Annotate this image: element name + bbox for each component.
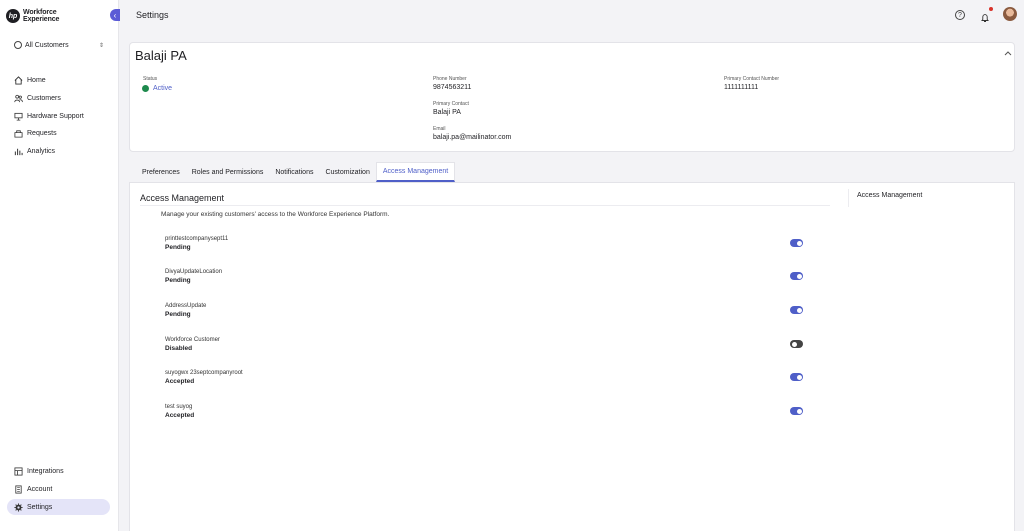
chevron-updown-icon: ⇕ bbox=[98, 42, 104, 49]
sidebar-item-label: Integrations bbox=[27, 467, 64, 475]
customer-access-name: suyogwx 23septcompanyroot bbox=[165, 370, 243, 376]
brand-logo[interactable]: hp Workforce Experience bbox=[6, 9, 59, 23]
divider bbox=[848, 189, 849, 207]
brand-name: Workforce Experience bbox=[23, 9, 59, 23]
sidebar-item-label: Account bbox=[27, 485, 53, 493]
top-bar: Settings bbox=[119, 0, 1024, 30]
sidebar-item-label: Customers bbox=[27, 94, 61, 102]
customer-access-status: Pending bbox=[165, 244, 191, 251]
sidebar-item-account[interactable]: Account bbox=[14, 483, 52, 495]
email-value: balaji.pa@mailinator.com bbox=[433, 134, 512, 141]
sidebar-item-hardware-support[interactable]: Hardware Support bbox=[14, 110, 84, 122]
sidebar-item-label: Requests bbox=[27, 129, 57, 137]
status-value: Active bbox=[153, 85, 173, 92]
customer-access-name: test suyog bbox=[165, 404, 193, 410]
globe-icon bbox=[14, 41, 22, 49]
primary-contact-number-label: Primary Contact Number bbox=[724, 76, 780, 82]
customer-access-row: Workforce Customer Disabled bbox=[165, 337, 805, 357]
hp-logo-icon: hp bbox=[6, 9, 20, 23]
status-dot-icon bbox=[142, 85, 149, 92]
sidebar-item-requests[interactable]: Requests bbox=[14, 127, 57, 139]
primary-contact-number-value: 1111111111 bbox=[724, 84, 759, 91]
bell-icon[interactable] bbox=[980, 10, 990, 22]
tab-preferences[interactable]: Preferences bbox=[129, 162, 186, 182]
phone-label: Phone Number bbox=[433, 76, 467, 82]
tab-notifications[interactable]: Notifications bbox=[269, 162, 319, 182]
access-toggle[interactable] bbox=[790, 373, 803, 381]
customer-access-name: printtestcompanysept11 bbox=[165, 236, 229, 242]
primary-contact-value: Balaji PA bbox=[433, 109, 461, 116]
home-icon bbox=[14, 75, 23, 85]
customer-access-row: suyogwx 23septcompanyroot Accepted bbox=[165, 370, 805, 390]
customer-access-name: DivyaUpdateLocation bbox=[165, 269, 223, 275]
sidebar: hp Workforce Experience All Customers ⇕ … bbox=[0, 0, 119, 531]
access-toggle[interactable] bbox=[790, 340, 803, 348]
help-icon[interactable]: ? bbox=[955, 10, 965, 20]
requests-icon bbox=[14, 129, 23, 138]
customer-access-row: test suyog Accepted bbox=[165, 404, 805, 424]
side-panel-title: Access Management bbox=[857, 192, 923, 199]
notification-badge bbox=[989, 7, 993, 11]
tab-access-management[interactable]: Access Management bbox=[375, 162, 456, 182]
sidebar-item-label: Settings bbox=[27, 503, 53, 511]
customer-access-status: Pending bbox=[165, 311, 191, 318]
sidebar-item-analytics[interactable]: Analytics bbox=[14, 145, 55, 157]
customer-access-row: DivyaUpdateLocation Pending bbox=[165, 269, 805, 289]
brand-name-line2: Experience bbox=[23, 16, 60, 23]
avatar[interactable] bbox=[1003, 7, 1017, 21]
customer-access-name: Workforce Customer bbox=[165, 337, 220, 343]
tenant-selector-label: All Customers bbox=[25, 41, 69, 49]
phone-value: 9874563211 bbox=[433, 84, 472, 91]
customer-access-status: Accepted bbox=[165, 412, 195, 419]
customer-access-status: Disabled bbox=[165, 345, 193, 352]
customer-access-status: Accepted bbox=[165, 378, 195, 385]
hardware-support-icon bbox=[14, 112, 23, 121]
tab-roles-and-permissions[interactable]: Roles and Permissions bbox=[186, 162, 270, 182]
chevron-up-icon[interactable] bbox=[1004, 49, 1012, 58]
tenant-selector[interactable]: All Customers ⇕ bbox=[14, 41, 104, 49]
divider bbox=[140, 205, 830, 206]
customer-name: Balaji PA bbox=[135, 48, 187, 63]
access-toggle[interactable] bbox=[790, 407, 803, 415]
sidebar-item-label: Analytics bbox=[27, 147, 56, 155]
sidebar-item-settings[interactable]: Settings bbox=[7, 499, 110, 515]
customers-icon bbox=[14, 94, 23, 103]
access-toggle[interactable] bbox=[790, 272, 803, 280]
sidebar-item-home[interactable]: Home bbox=[14, 74, 46, 86]
section-title: Access Management bbox=[140, 193, 225, 203]
gear-icon bbox=[14, 502, 23, 512]
section-description: Manage your existing customers' access t… bbox=[161, 211, 390, 218]
access-toggle[interactable] bbox=[790, 239, 803, 247]
chevron-left-icon: ‹ bbox=[113, 10, 117, 20]
sidebar-item-label: Home bbox=[27, 76, 46, 84]
account-icon bbox=[14, 484, 23, 494]
primary-contact-label: Primary Contact bbox=[433, 101, 469, 107]
status-badge: Active bbox=[142, 85, 173, 92]
customer-access-row: printtestcompanysept11 Pending bbox=[165, 236, 805, 256]
customer-access-status: Pending bbox=[165, 277, 191, 284]
tab-customization[interactable]: Customization bbox=[319, 162, 375, 182]
status-label: Status bbox=[143, 76, 158, 82]
page-title: Settings bbox=[136, 10, 169, 20]
sidebar-item-label: Hardware Support bbox=[27, 112, 84, 120]
sidebar-item-integrations[interactable]: Integrations bbox=[14, 465, 64, 477]
access-management-panel: Access Management Manage your existing c… bbox=[129, 182, 1015, 531]
customer-access-name: AddressUpdate bbox=[165, 303, 207, 309]
email-label: Email bbox=[433, 126, 446, 132]
customer-access-row: AddressUpdate Pending bbox=[165, 303, 805, 323]
settings-tabs: Preferences Roles and Permissions Notifi… bbox=[129, 162, 456, 182]
brand-name-line1: Workforce bbox=[23, 9, 57, 16]
analytics-icon bbox=[14, 147, 23, 156]
access-toggle[interactable] bbox=[790, 306, 803, 314]
sidebar-item-customers[interactable]: Customers bbox=[14, 92, 61, 104]
customer-summary-card: Balaji PA Status Active Phone Number 987… bbox=[129, 42, 1015, 152]
integrations-icon bbox=[14, 466, 23, 476]
